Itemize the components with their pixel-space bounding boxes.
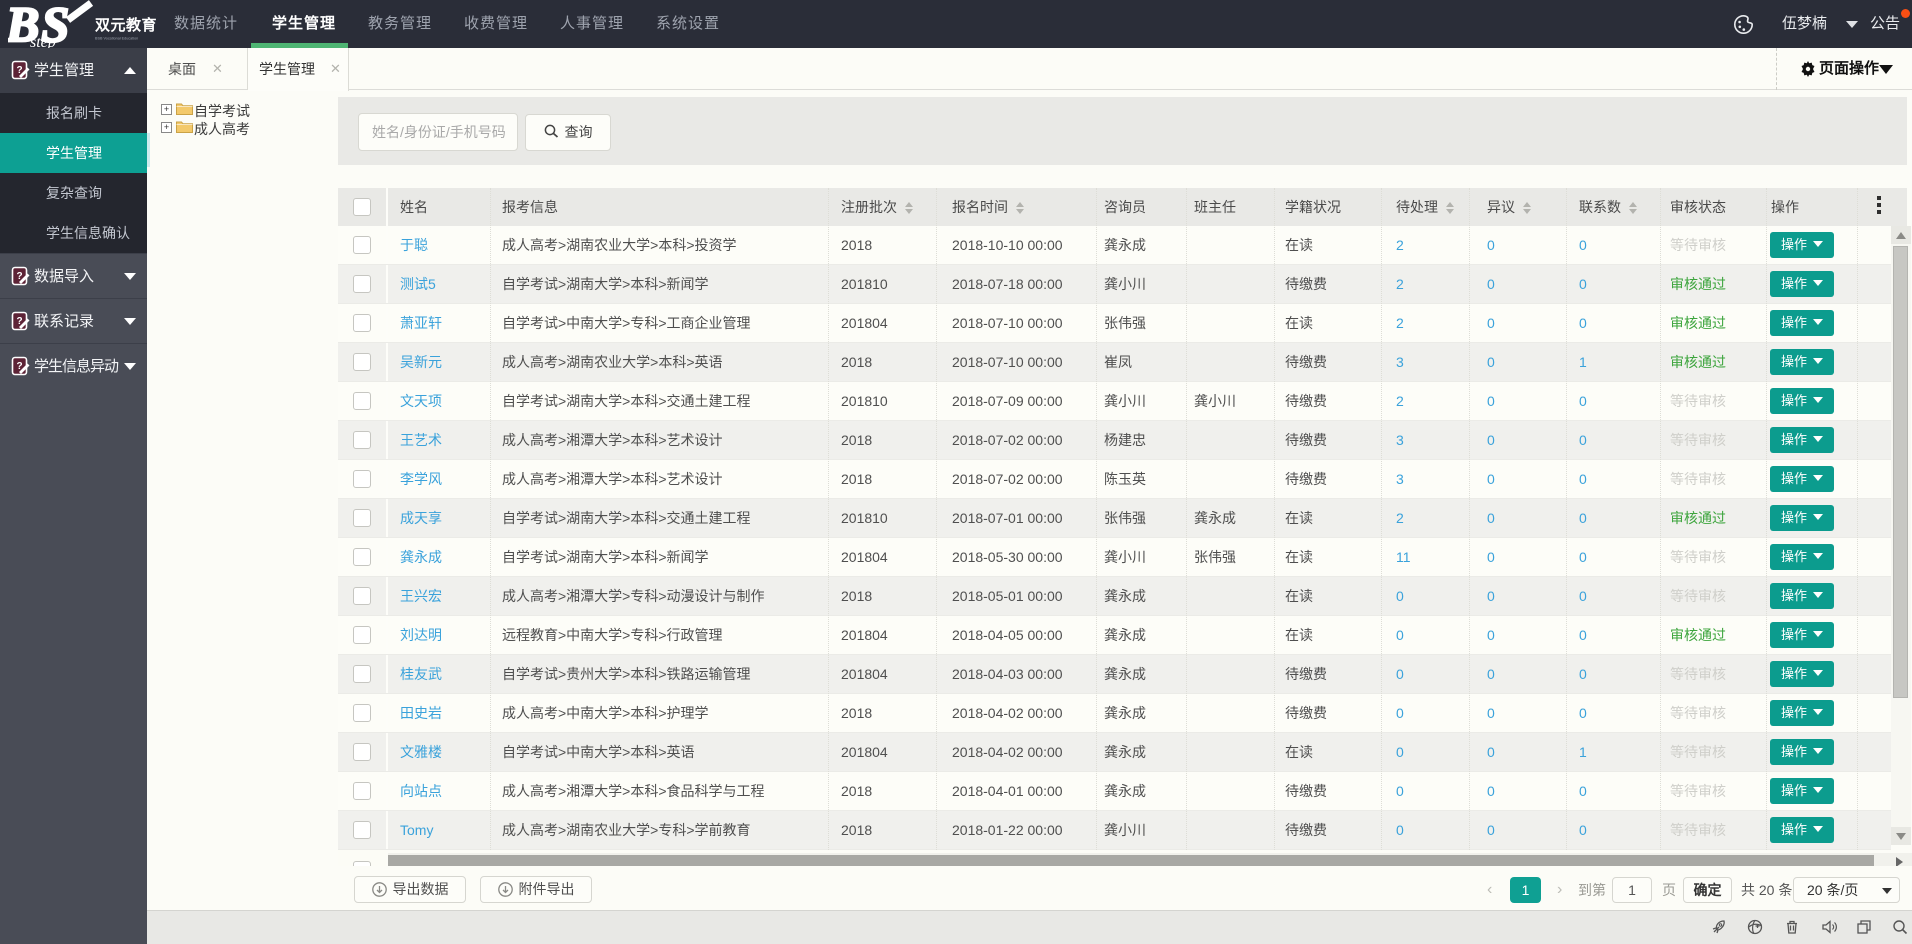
svg-text:step: step: [30, 34, 56, 48]
